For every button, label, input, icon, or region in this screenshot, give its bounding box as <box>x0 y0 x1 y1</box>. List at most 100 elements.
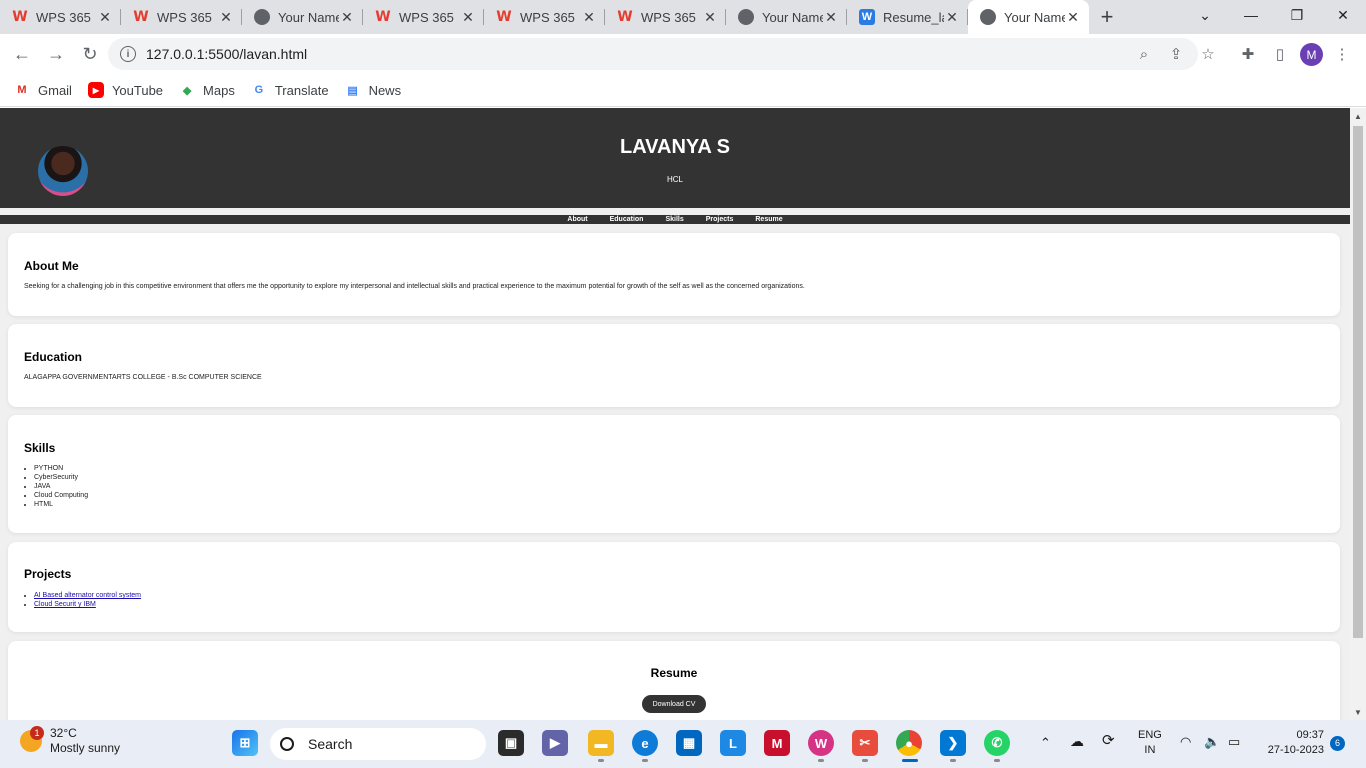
bookmark-gmail[interactable]: M Gmail <box>14 82 72 98</box>
side-panel-icon[interactable]: ▯ <box>1264 38 1296 70</box>
back-icon[interactable]: ← <box>6 38 38 70</box>
tab-your-name-2[interactable]: Your Name ✕ <box>726 0 847 34</box>
close-icon[interactable]: ✕ <box>1065 9 1081 26</box>
close-icon[interactable]: ✕ <box>460 9 476 26</box>
weather-widget[interactable]: 1 32°C Mostly sunny <box>20 726 120 756</box>
clock[interactable]: 09:37 27-10-2023 <box>1258 728 1324 758</box>
youtube-icon: ▶ <box>87 82 104 98</box>
bookmark-youtube[interactable]: ▶ YouTube <box>87 82 163 98</box>
translate-icon: G <box>254 84 264 96</box>
active-indicator <box>902 759 918 762</box>
task-view-icon[interactable]: ▣ <box>498 730 524 756</box>
sync-icon[interactable]: ⟳ <box>1102 733 1115 748</box>
scroll-down-icon[interactable]: ▼ <box>1350 704 1366 720</box>
chrome-icon[interactable]: ● <box>896 730 922 756</box>
tab-search-chevron-icon[interactable]: ⌄ <box>1182 0 1228 30</box>
snipping-tool-icon[interactable]: ✂ <box>852 730 878 756</box>
skills-list: PYTHON CyberSecurity JAVA Cloud Computin… <box>34 464 88 509</box>
close-icon[interactable]: ✕ <box>823 9 839 26</box>
tab-wps-4[interactable]: W WPS 365 ✕ <box>484 0 605 34</box>
notification-count[interactable]: 6 <box>1330 736 1345 751</box>
nav-about[interactable]: About <box>567 216 587 223</box>
close-icon[interactable]: ✕ <box>339 9 355 26</box>
edge-icon[interactable]: e <box>632 730 658 756</box>
scroll-up-icon[interactable]: ▲ <box>1350 108 1366 124</box>
reload-icon[interactable]: ↻ <box>74 38 106 70</box>
nav-education[interactable]: Education <box>610 216 644 223</box>
project-link[interactable]: Cloud Securit y IBM <box>34 601 96 608</box>
nav-skills[interactable]: Skills <box>665 216 683 223</box>
project-item: Cloud Securit y IBM <box>34 600 141 609</box>
close-icon[interactable]: ✕ <box>97 9 113 26</box>
nav-projects[interactable]: Projects <box>706 216 734 223</box>
url-text[interactable]: 127.0.0.1:5500/lavan.html <box>146 46 307 62</box>
news-icon: ▤ <box>347 84 358 97</box>
minimize-icon[interactable]: — <box>1228 0 1274 30</box>
projects-list: AI Based alternator control system Cloud… <box>34 591 141 609</box>
download-cv-button[interactable]: Download CV <box>642 695 706 713</box>
whatsapp-icon[interactable]: ✆ <box>984 730 1010 756</box>
page-viewport: LAVANYA S HCL About Education Skills Pro… <box>0 108 1350 720</box>
tab-wps-2[interactable]: W WPS 365 ✕ <box>121 0 242 34</box>
projects-section: Projects AI Based alternator control sys… <box>8 542 1340 632</box>
running-indicator <box>642 759 648 762</box>
language-indicator[interactable]: ENG IN <box>1138 728 1162 758</box>
close-icon[interactable]: ✕ <box>702 9 718 26</box>
weather-temp: 32°C <box>50 726 77 740</box>
address-bar[interactable]: i 127.0.0.1:5500/lavan.html <box>108 38 1198 70</box>
wps-icon: W <box>133 9 149 25</box>
notification-badge: 1 <box>30 726 44 740</box>
forward-icon[interactable]: → <box>40 38 72 70</box>
restore-icon[interactable]: ❐ <box>1274 0 1320 30</box>
onedrive-icon[interactable]: ☁ <box>1070 734 1084 749</box>
tray-chevron-up-icon[interactable]: ⌃ <box>1040 735 1051 750</box>
site-info-icon[interactable]: i <box>120 46 136 62</box>
scroll-thumb[interactable] <box>1353 126 1363 638</box>
running-indicator <box>862 759 868 762</box>
skill-item: Cloud Computing <box>34 491 88 500</box>
taskbar-search[interactable]: Search <box>270 728 486 760</box>
bookmark-maps[interactable]: ◆ Maps <box>179 82 235 98</box>
close-window-icon[interactable]: ✕ <box>1320 0 1366 30</box>
vscode-icon[interactable]: ❯ <box>940 730 966 756</box>
about-section: About Me Seeking for a challenging job i… <box>8 233 1340 316</box>
volume-icon[interactable]: 🔈 <box>1204 734 1220 749</box>
profile-avatar[interactable]: M <box>1300 43 1323 66</box>
battery-icon[interactable]: ▭ <box>1228 734 1240 749</box>
project-link[interactable]: AI Based alternator control system <box>34 592 141 599</box>
wps-office-icon[interactable]: W <box>808 730 834 756</box>
bookmark-news[interactable]: ▤ News <box>345 82 401 98</box>
tab-wps-5[interactable]: W WPS 365 ✕ <box>605 0 726 34</box>
nav-resume[interactable]: Resume <box>755 216 782 223</box>
wifi-icon[interactable]: ◠ <box>1180 734 1191 749</box>
file-explorer-icon[interactable]: ▬ <box>588 730 614 756</box>
extensions-icon[interactable]: ✚ <box>1232 38 1264 70</box>
bookmark-star-icon[interactable]: ☆ <box>1192 38 1224 70</box>
education-text: ALAGAPPA GOVERNMENTARTS COLLEGE - B.Sc C… <box>24 374 262 381</box>
site-nav: About Education Skills Projects Resume <box>0 215 1350 224</box>
tab-strip: W WPS 365 ✕ W WPS 365 ✕ Your Name ✕ W WPS 365 ✕… <box>0 0 1366 34</box>
bookmarks-bar: M Gmail ▶ YouTube ◆ Maps G Translate ▤ News <box>0 74 1366 107</box>
search-icon <box>280 737 294 751</box>
close-icon[interactable]: ✕ <box>218 9 234 26</box>
share-icon[interactable]: ⇪ <box>1160 38 1192 70</box>
bookmark-translate[interactable]: G Translate <box>251 82 329 98</box>
tab-resume[interactable]: W Resume_la ✕ <box>847 0 968 34</box>
tab-your-name-1[interactable]: Your Name ✕ <box>242 0 363 34</box>
close-icon[interactable]: ✕ <box>581 9 597 26</box>
tab-wps-3[interactable]: W WPS 365 ✕ <box>363 0 484 34</box>
new-tab-button[interactable]: + <box>1089 0 1125 34</box>
teams-chat-icon[interactable]: ▶ <box>542 730 568 756</box>
tab-your-name-active[interactable]: Your Name ✕ <box>968 0 1089 34</box>
menu-kebab-icon[interactable]: ⋮ <box>1326 38 1358 70</box>
windows-start-icon[interactable]: ⊞ <box>232 730 258 756</box>
skill-item: CyberSecurity <box>34 473 88 482</box>
close-icon[interactable]: ✕ <box>944 9 960 26</box>
tab-wps-1[interactable]: W WPS 365 ✕ <box>0 0 121 34</box>
zoom-icon[interactable]: ⌕ <box>1128 38 1160 70</box>
site-header: LAVANYA S HCL <box>0 108 1350 208</box>
page-scrollbar[interactable]: ▲ ▼ <box>1350 108 1366 720</box>
store-icon[interactable]: ▦ <box>676 730 702 756</box>
l-app-icon[interactable]: L <box>720 730 746 756</box>
mcafee-icon[interactable]: M <box>764 730 790 756</box>
